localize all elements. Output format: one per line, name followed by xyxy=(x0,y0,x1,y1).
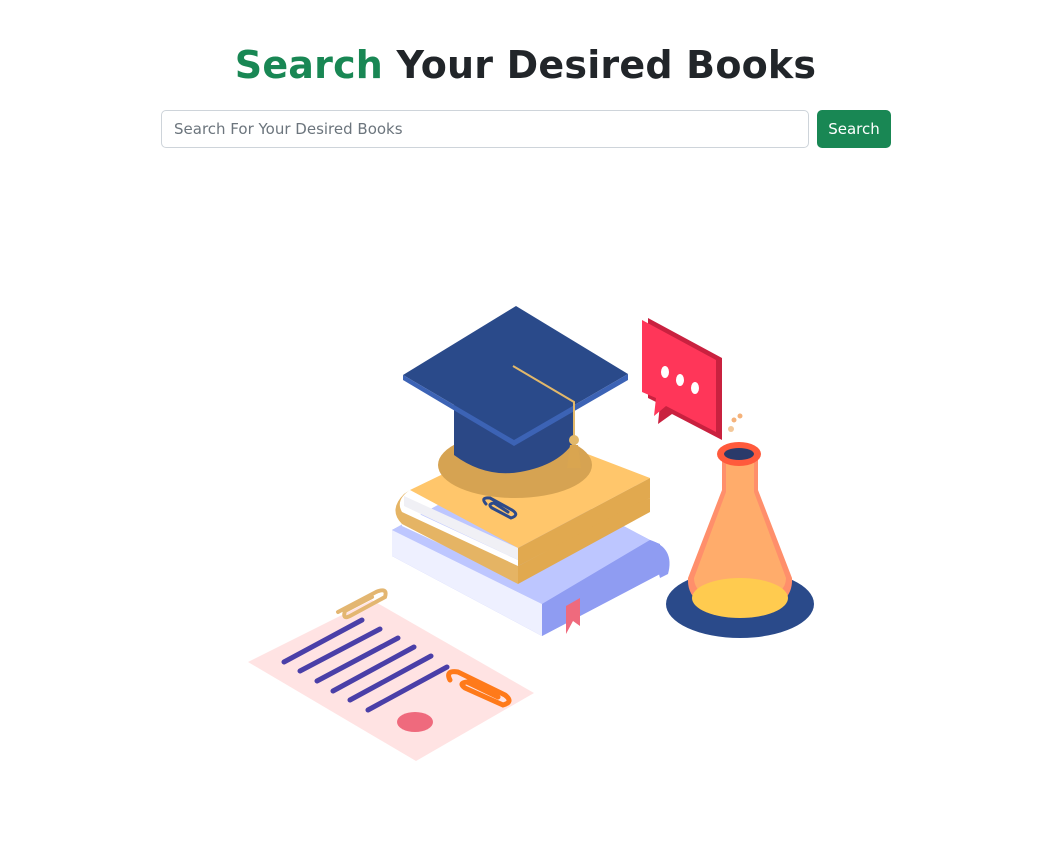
flask-icon xyxy=(666,426,814,638)
document-icon xyxy=(248,600,534,761)
page-title-rest: Your Desired Books xyxy=(396,43,817,87)
search-bar: Search xyxy=(161,110,891,148)
chat-bubble-icon xyxy=(642,318,743,440)
search-button[interactable]: Search xyxy=(817,110,891,148)
page-title-accent: Search xyxy=(234,43,384,87)
page-title: Search Your Desired Books xyxy=(0,40,1051,90)
education-books-illustration xyxy=(248,306,814,761)
search-input[interactable] xyxy=(161,110,809,148)
